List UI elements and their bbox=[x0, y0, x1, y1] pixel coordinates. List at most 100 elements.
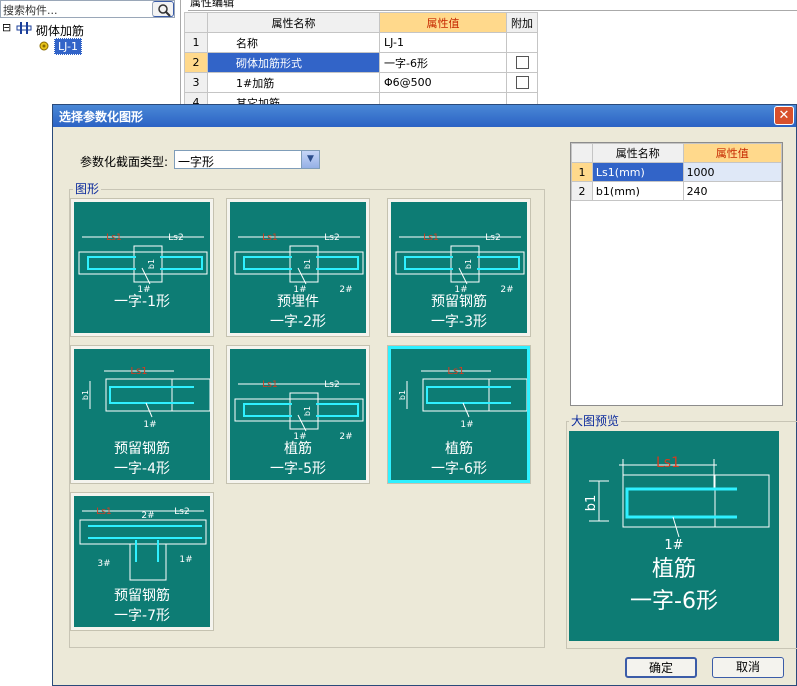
ok-button[interactable]: 确定 bbox=[625, 657, 697, 678]
dialog-titlebar[interactable]: 选择参数化图形 ✕ bbox=[53, 105, 796, 127]
ls1-label: Ls1 bbox=[130, 366, 147, 377]
b1-label: b1 bbox=[464, 259, 473, 269]
shape-label-line2: 一字-2形 bbox=[270, 314, 326, 330]
chevron-down-icon[interactable]: ▼ bbox=[301, 151, 319, 168]
dialog-title: 选择参数化图形 bbox=[59, 110, 144, 124]
ls1-label: Ls1 bbox=[423, 233, 438, 243]
shape-tile[interactable]: Ls1 Ls2 b1 1# 一字-1形 bbox=[70, 198, 214, 337]
extra-checkbox[interactable] bbox=[515, 76, 529, 90]
collapse-icon[interactable]: ⊟ bbox=[2, 21, 11, 34]
bar1-label: 1# bbox=[664, 538, 683, 553]
ls2-label: Ls2 bbox=[324, 380, 339, 390]
row-index: 1 bbox=[571, 162, 593, 182]
component-tree: ⊟ 砌体加筋 LJ-1 bbox=[0, 20, 180, 55]
row-index: 2 bbox=[184, 52, 208, 73]
table-row[interactable]: 3 1#加筋 Φ6@500 bbox=[184, 72, 538, 93]
b1-label: b1 bbox=[584, 495, 599, 512]
shape-label-line1: 一字-1形 bbox=[114, 294, 170, 310]
shape-label-line2: 一字-3形 bbox=[431, 314, 487, 330]
splitter[interactable] bbox=[180, 0, 181, 104]
panel-title: 属性编辑 bbox=[190, 0, 234, 9]
row-name: 名称 bbox=[207, 32, 380, 53]
shape-tile[interactable]: Ls1 Ls2 b1 1# 2# 植筋 一字-5形 bbox=[226, 345, 370, 484]
param-value[interactable]: 240 bbox=[682, 181, 783, 201]
shape-thumbnail: Ls1 Ls2 2# 3# 1# 预留钢筋 一字-7形 bbox=[74, 496, 210, 627]
ls1-label: Ls1 bbox=[262, 233, 277, 243]
param-name: Ls1(mm) bbox=[591, 162, 684, 182]
shape-tile[interactable]: Ls1 Ls2 b1 1# 2# 预埋件 一字-2形 bbox=[226, 198, 370, 337]
shape-thumbnail: Ls1 b1 1# 植筋 一字-6形 bbox=[391, 349, 527, 480]
shape-tile[interactable]: Ls1 Ls2 b1 1# 2# 预留钢筋 一字-3形 bbox=[387, 198, 531, 337]
section-type-value: 一字形 bbox=[178, 155, 215, 169]
ls2-label: Ls2 bbox=[485, 233, 500, 243]
row-value[interactable]: Φ6@500 bbox=[379, 72, 507, 93]
param-name: b1(mm) bbox=[591, 181, 684, 201]
preview-image: Ls1 b1 1# 植筋 一字-6形 bbox=[569, 431, 779, 641]
select-shape-dialog: 选择参数化图形 ✕ 参数化截面类型: 一字形 ▼ 图形 Ls1 Ls2 b1 1# 一… bbox=[52, 104, 797, 686]
close-icon: ✕ bbox=[778, 108, 790, 123]
close-button[interactable]: ✕ bbox=[774, 106, 794, 125]
ls1-label: Ls1 bbox=[656, 455, 680, 471]
shapes-group-label: 图形 bbox=[73, 180, 102, 197]
ls1-label: Ls1 bbox=[106, 233, 121, 243]
shape-label-line1: 预留钢筋 bbox=[431, 294, 487, 310]
shape-tile[interactable]: Ls1 b1 1# 预留钢筋 一字-4形 bbox=[70, 345, 214, 484]
ls2-label: Ls2 bbox=[168, 233, 183, 243]
cancel-button[interactable]: 取消 bbox=[712, 657, 784, 678]
shape-thumbnail: Ls1 Ls2 b1 1# 一字-1形 bbox=[74, 202, 210, 333]
tree-item-lj1[interactable]: LJ-1 bbox=[54, 38, 82, 55]
b1-label: b1 bbox=[147, 259, 156, 269]
row-value[interactable]: 一字-6形 bbox=[379, 52, 507, 73]
ls1-label: Ls1 bbox=[96, 507, 111, 517]
shape-thumbnail: Ls1 Ls2 b1 1# 2# 植筋 一字-5形 bbox=[230, 349, 366, 480]
bar1-label: 1# bbox=[179, 555, 192, 565]
parameter-table-panel: 属性名称 属性值 1 Ls1(mm) 1000 2 b1(mm) 240 bbox=[570, 142, 783, 406]
row-extra bbox=[506, 32, 538, 53]
shape-label-line2: 一字-7形 bbox=[114, 608, 170, 624]
section-type-select[interactable]: 一字形 ▼ bbox=[174, 150, 320, 169]
param-value[interactable]: 1000 bbox=[682, 162, 783, 182]
shape-label-line1: 预留钢筋 bbox=[114, 588, 170, 604]
shape-label-line1: 预留钢筋 bbox=[114, 441, 170, 457]
table-row[interactable]: 2 砌体加筋形式 一字-6形 bbox=[184, 52, 538, 73]
search-button[interactable] bbox=[152, 1, 174, 17]
b1-label: b1 bbox=[398, 390, 407, 400]
bar1-label: 1# bbox=[143, 420, 156, 430]
row-index: 1 bbox=[184, 32, 208, 53]
row-extra bbox=[506, 52, 538, 73]
shape-tile[interactable]: Ls1 b1 1# 植筋 一字-6形 bbox=[387, 345, 531, 484]
parameter-table: 属性名称 属性值 1 Ls1(mm) 1000 2 b1(mm) 240 bbox=[571, 143, 783, 201]
preview-group-label: 大图预览 bbox=[569, 412, 622, 429]
param-header-name: 属性名称 bbox=[591, 143, 684, 163]
row-index: 2 bbox=[571, 181, 593, 201]
bar3-label: 3# bbox=[97, 559, 110, 569]
section-type-label: 参数化截面类型: bbox=[80, 155, 169, 169]
ls2-label: Ls2 bbox=[324, 233, 339, 243]
tree-root-label[interactable]: 砌体加筋 bbox=[36, 22, 84, 39]
shape-thumbnail: Ls1 b1 1# 预留钢筋 一字-4形 bbox=[74, 349, 210, 480]
corner-cell bbox=[571, 143, 593, 163]
row-value[interactable]: LJ-1 bbox=[379, 32, 507, 53]
search-icon bbox=[158, 4, 171, 17]
table-row[interactable]: 1 Ls1(mm) 1000 bbox=[571, 162, 783, 182]
table-row[interactable]: 2 b1(mm) 240 bbox=[571, 181, 783, 201]
tree-search-input[interactable]: 搜索构件... bbox=[0, 0, 175, 18]
panel-header: 属性编辑 bbox=[188, 0, 797, 11]
b1-label: b1 bbox=[81, 390, 90, 400]
header-extra: 附加 bbox=[506, 12, 538, 33]
shape-label-line2: 一字-5形 bbox=[270, 461, 326, 477]
extra-checkbox[interactable] bbox=[515, 56, 529, 70]
shape-thumbnail: Ls1 Ls2 b1 1# 2# 预埋件 一字-2形 bbox=[230, 202, 366, 333]
bar2-label: 2# bbox=[141, 511, 154, 521]
param-header-value: 属性值 bbox=[682, 143, 783, 163]
table-row[interactable]: 1 名称 LJ-1 bbox=[184, 32, 538, 53]
shape-tile[interactable]: Ls1 Ls2 2# 3# 1# 预留钢筋 一字-7形 bbox=[70, 492, 214, 631]
shape-label-line2: 一字-4形 bbox=[114, 461, 170, 477]
preview-line1: 植筋 bbox=[651, 557, 696, 582]
shape-thumbnail: Ls1 Ls2 b1 1# 2# 预留钢筋 一字-3形 bbox=[391, 202, 527, 333]
ls1-label: Ls1 bbox=[447, 366, 464, 377]
corner-cell bbox=[184, 12, 208, 33]
shape-label-line2: 一字-6形 bbox=[431, 461, 487, 477]
bar1-label: 1# bbox=[460, 420, 473, 430]
shape-drawing: Ls1 Ls2b11# bbox=[78, 233, 208, 295]
